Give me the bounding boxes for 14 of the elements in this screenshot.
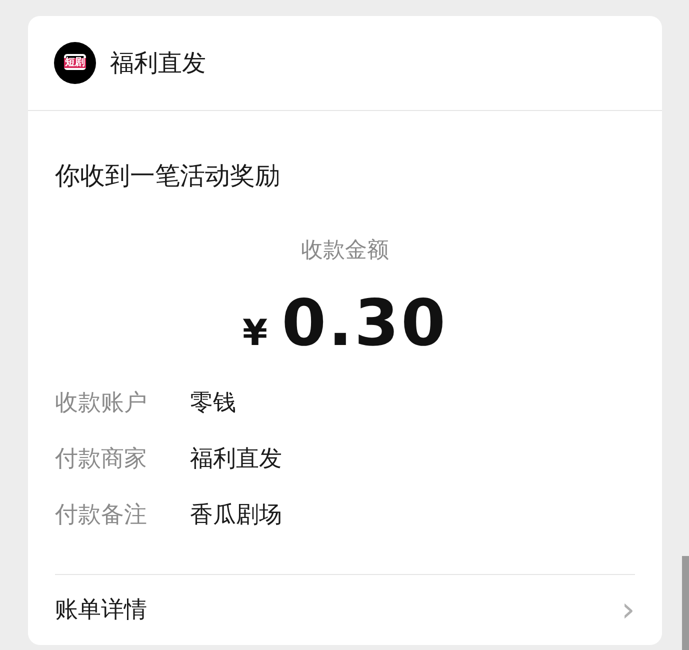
detail-value: 香瓜剧场	[190, 501, 282, 530]
currency-symbol: ¥	[242, 312, 268, 356]
bill-details-row[interactable]: 账单详情 ›	[28, 575, 662, 645]
sender-name: 福利直发	[110, 48, 206, 80]
message-heading: 你收到一笔活动奖励	[55, 163, 281, 188]
detail-label: 收款账户	[55, 389, 148, 418]
detail-value: 零钱	[190, 389, 236, 418]
amount-value: 0.30	[282, 292, 448, 356]
detail-label: 付款备注	[55, 501, 148, 530]
amount-label: 收款金额	[301, 240, 389, 262]
chevron-icon: ›	[621, 593, 635, 628]
detail-value: 福利直发	[190, 445, 282, 474]
detail-label: 付款商家	[55, 445, 148, 474]
logo-text: 短剧	[64, 58, 86, 68]
